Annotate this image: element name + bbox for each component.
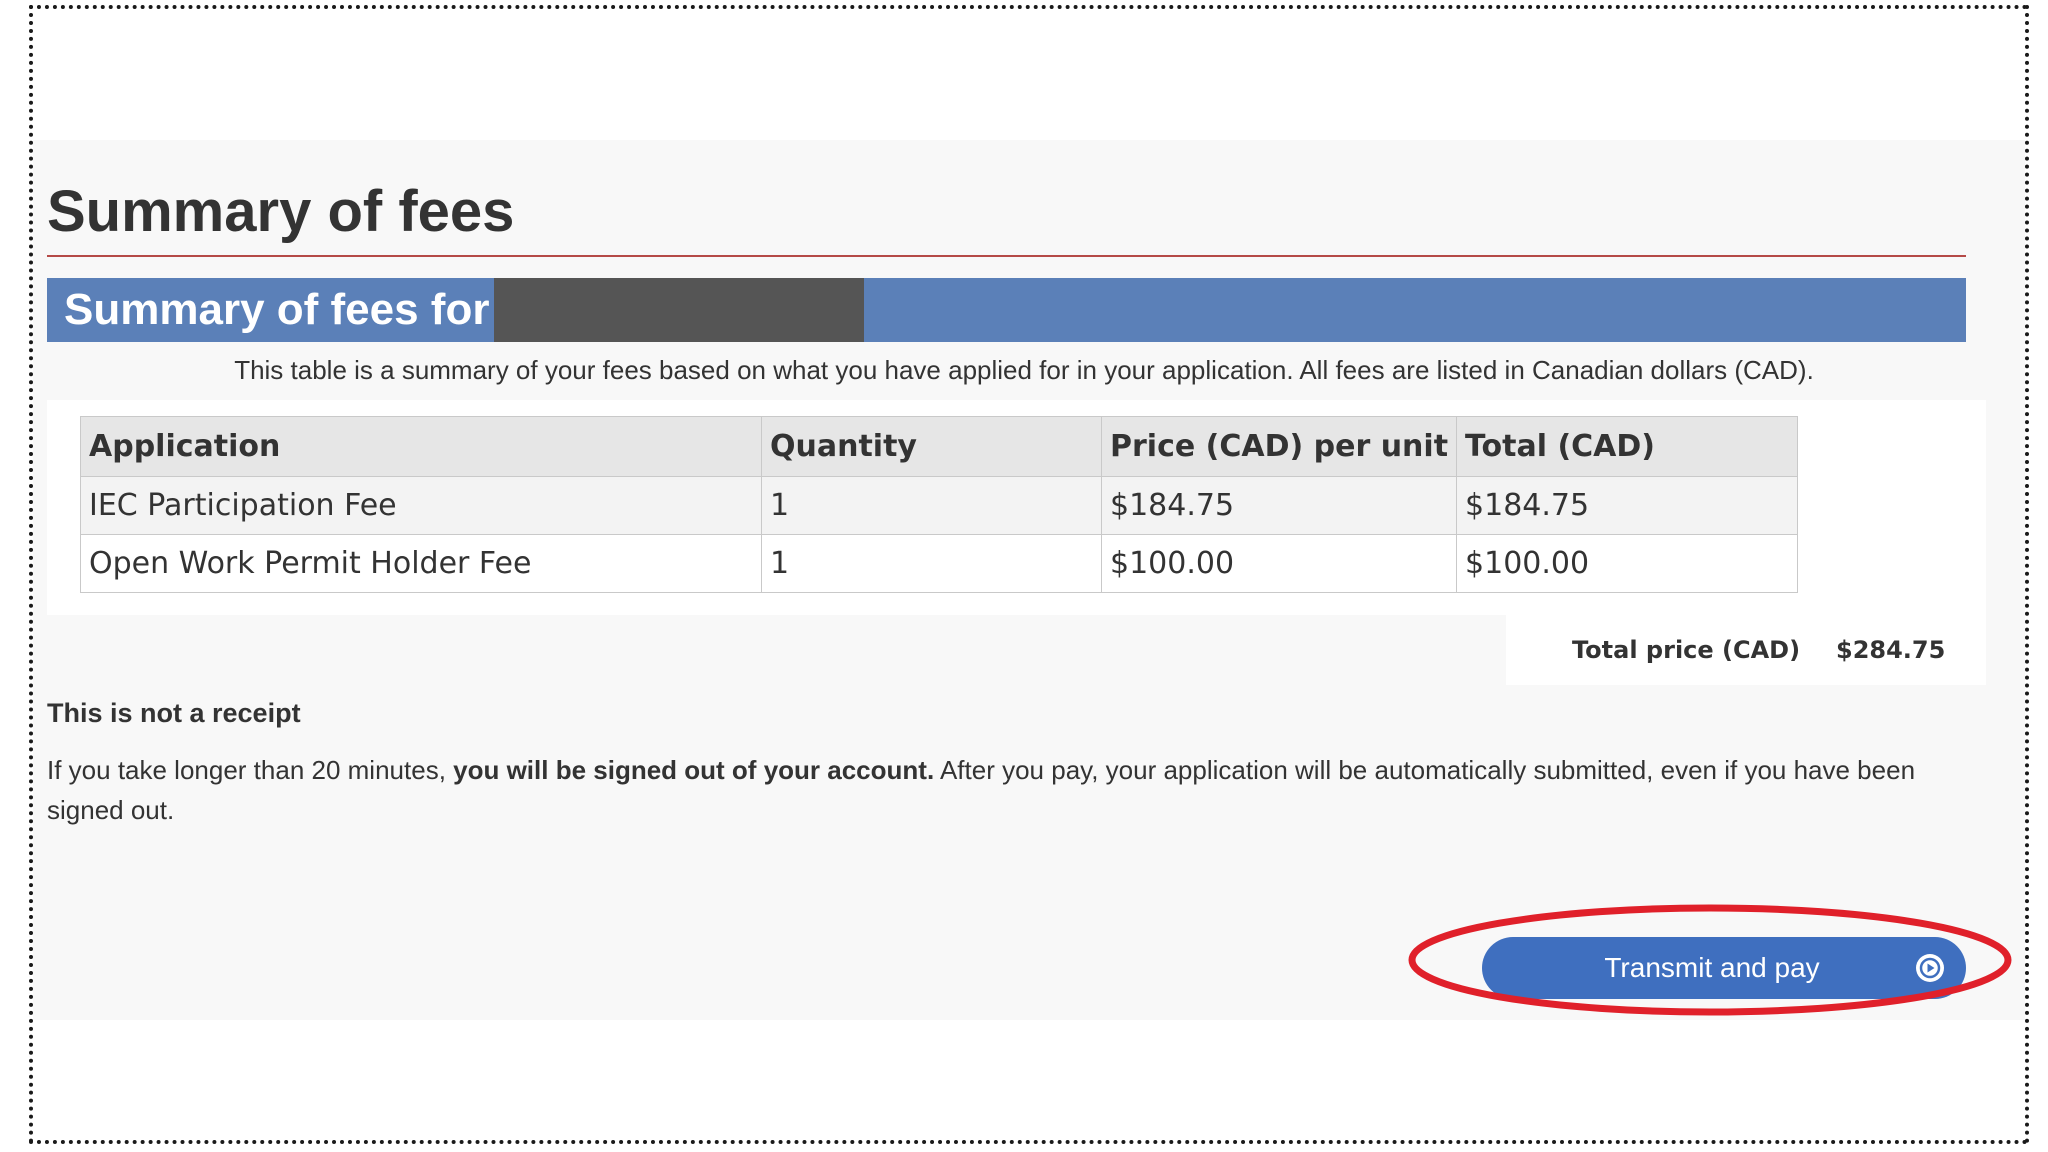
column-header-quantity: Quantity	[761, 416, 1102, 477]
notice-text-start: If you take longer than 20 minutes,	[47, 755, 454, 785]
total-price-label: Total price (CAD)	[1572, 636, 1801, 664]
cell-total: $184.75	[1456, 476, 1799, 535]
notice-text-bold: you will be signed out of your account.	[453, 755, 935, 785]
table-row: IEC Participation Fee 1 $184.75 $184.75	[80, 476, 1799, 535]
cell-price-per-unit: $100.00	[1100, 534, 1458, 593]
cell-quantity: 1	[761, 534, 1102, 593]
cell-price-per-unit: $184.75	[1100, 476, 1458, 535]
page-title: Summary of fees	[47, 179, 515, 244]
transmit-and-pay-label: Transmit and pay	[1604, 952, 1820, 983]
signout-notice: If you take longer than 20 minutes, you …	[47, 750, 1977, 830]
cell-application: Open Work Permit Holder Fee	[80, 534, 762, 593]
section-header-bar: Summary of fees for	[47, 278, 1966, 342]
transmit-and-pay-button[interactable]: Transmit and pay	[1482, 937, 1966, 999]
cell-quantity: 1	[761, 476, 1102, 535]
section-header-title: Summary of fees for	[64, 285, 490, 334]
table-row: Open Work Permit Holder Fee 1 $100.00 $1…	[80, 534, 1799, 593]
column-header-total: Total (CAD)	[1456, 416, 1799, 477]
fees-table: Application Quantity Price (CAD) per uni…	[80, 416, 1799, 593]
column-header-application: Application	[80, 416, 762, 477]
table-header-row: Application Quantity Price (CAD) per uni…	[80, 416, 1799, 477]
cell-total: $100.00	[1456, 534, 1799, 593]
title-divider	[47, 255, 1966, 257]
play-circle-icon	[1916, 954, 1944, 982]
total-price-value: $284.75	[1836, 636, 1946, 664]
cell-application: IEC Participation Fee	[80, 476, 762, 535]
total-price-box: Total price (CAD) $284.75	[1506, 615, 1986, 685]
not-a-receipt-heading: This is not a receipt	[47, 698, 301, 728]
fees-intro-text: This table is a summary of your fees bas…	[234, 355, 1814, 385]
redacted-name-block	[494, 278, 864, 342]
column-header-price-per-unit: Price (CAD) per unit	[1100, 416, 1458, 477]
